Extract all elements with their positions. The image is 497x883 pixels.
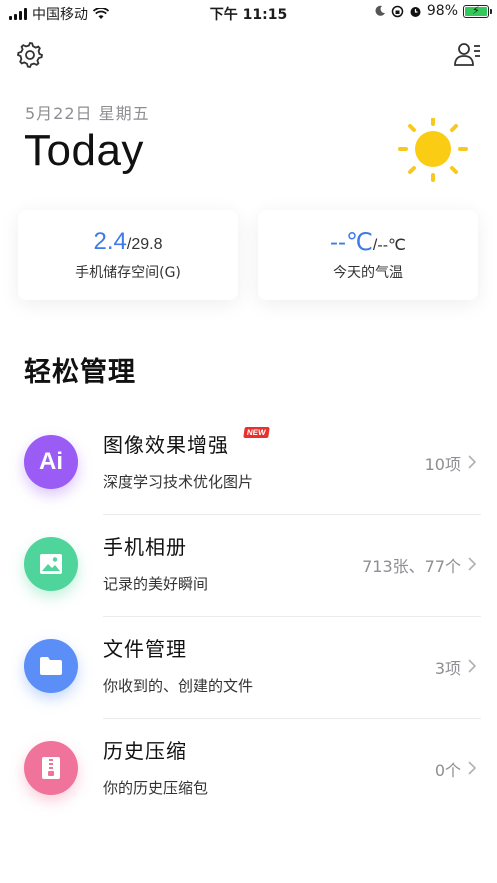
- item-subtitle: 你的历史压缩包: [103, 779, 209, 797]
- storage-used: 2.4: [93, 228, 127, 255]
- battery-percent: 98%: [426, 3, 458, 19]
- list-item-photo-album[interactable]: 手机相册 记录的美好瞬间 713张、77个: [0, 515, 497, 617]
- ai-icon: Ai: [24, 435, 78, 489]
- item-count: 0个: [434, 761, 461, 780]
- alarm-icon: [410, 6, 421, 17]
- zip-icon: [24, 741, 78, 795]
- new-badge: NEW: [243, 427, 270, 438]
- chevron-right-icon: [468, 659, 477, 673]
- item-count: 10项: [424, 455, 461, 474]
- list-item-image-enhance[interactable]: Ai 图像效果增强 NEW 深度学习技术优化图片 10项: [0, 413, 497, 515]
- storage-total: /29.8: [126, 236, 163, 253]
- chevron-right-icon: [468, 455, 477, 469]
- temperature-range: /--℃: [372, 237, 406, 254]
- rotation-lock-icon: [391, 5, 404, 17]
- section-title: 轻松管理: [24, 357, 136, 388]
- storage-card[interactable]: 2.4/29.8 手机储存空间(G): [18, 210, 238, 300]
- moon-icon: [375, 5, 385, 16]
- item-title: 手机相册: [103, 535, 187, 559]
- battery-icon: ⚡: [463, 4, 492, 18]
- temperature-current: --℃: [329, 229, 373, 256]
- list-item-zip-history[interactable]: 历史压缩 你的历史压缩包 0个: [0, 719, 497, 821]
- item-title: 图像效果增强: [103, 433, 229, 457]
- settings-gear-icon[interactable]: [16, 40, 44, 68]
- item-subtitle: 深度学习技术优化图片: [103, 473, 254, 491]
- item-count: 3项: [434, 659, 461, 678]
- list-item-file-manager[interactable]: 文件管理 你收到的、创建的文件 3项: [0, 617, 497, 719]
- page-title: Today: [24, 126, 144, 175]
- storage-label: 手机储存空间(G): [75, 265, 181, 281]
- item-subtitle: 记录的美好瞬间: [103, 575, 209, 593]
- chevron-right-icon: [468, 557, 477, 571]
- folder-icon: [24, 639, 78, 693]
- item-count: 713张、77个: [362, 557, 461, 576]
- item-title: 文件管理: [103, 637, 187, 661]
- user-profile-icon[interactable]: [453, 40, 481, 68]
- status-bar: 中国移动 下午 11:15 98% ⚡: [0, 0, 497, 26]
- image-icon: [24, 537, 78, 591]
- temperature-card[interactable]: --℃/--℃ 今天的气温: [258, 210, 478, 300]
- sun-icon: [398, 118, 468, 182]
- date-text: 5月22日 星期五: [25, 104, 150, 123]
- item-subtitle: 你收到的、创建的文件: [103, 677, 254, 695]
- chevron-right-icon: [468, 761, 477, 775]
- temperature-label: 今天的气温: [333, 265, 403, 281]
- item-title: 历史压缩: [103, 739, 187, 763]
